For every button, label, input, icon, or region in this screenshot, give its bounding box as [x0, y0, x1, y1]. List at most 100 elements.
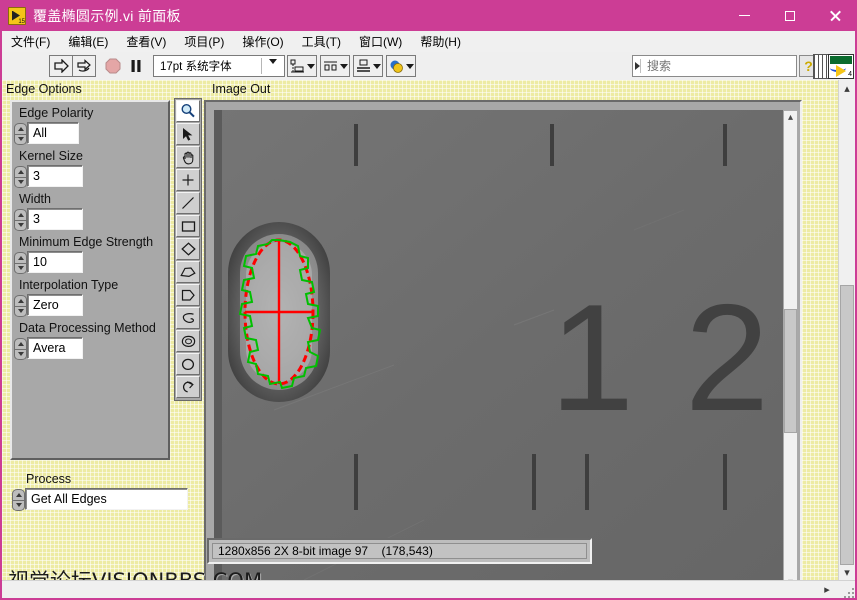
scroll-up-arrow[interactable]: ▴	[839, 80, 855, 96]
width-stepper[interactable]	[14, 209, 27, 231]
increment-up-button[interactable]	[14, 295, 27, 307]
increment-down-button[interactable]	[14, 220, 27, 231]
crosshair-point-icon	[182, 174, 194, 186]
window-titlebar[interactable]: 覆盖椭圆示例.vi 前面板	[0, 0, 857, 31]
increment-up-button[interactable]	[14, 209, 27, 221]
broken-line-tool[interactable]	[176, 284, 200, 306]
menu-item-view[interactable]: 查看(V)	[117, 31, 175, 53]
interpolation-type-value[interactable]: Zero	[27, 294, 83, 316]
edge-polarity-value[interactable]: All	[27, 122, 79, 144]
vi-icon-banner	[830, 56, 852, 64]
rectangle-icon	[181, 220, 195, 232]
menu-item-operate[interactable]: 操作(O)	[233, 31, 292, 53]
selection-arrow-tool[interactable]	[176, 123, 200, 145]
search-box[interactable]	[632, 55, 815, 77]
triangle-icon	[836, 65, 846, 77]
vi-icon-pane[interactable]: 4	[828, 54, 854, 79]
increment-down-button[interactable]	[14, 263, 27, 274]
menu-item-window[interactable]: 窗口(W)	[350, 31, 411, 53]
scroll-thumb[interactable]	[840, 285, 854, 565]
point-tool[interactable]	[176, 169, 200, 191]
data-processing-method-stepper[interactable]	[14, 338, 27, 360]
broken-line-icon	[181, 289, 195, 301]
chevron-down-icon	[372, 63, 381, 69]
increment-down-button[interactable]	[14, 306, 27, 317]
increment-down-button[interactable]	[14, 177, 27, 188]
kernel-size-value[interactable]: 3	[27, 165, 83, 187]
increment-down-button[interactable]	[12, 500, 25, 511]
interpolation-type-stepper[interactable]	[14, 295, 27, 317]
reorder-icon	[390, 60, 403, 73]
minimum-edge-strength-stepper[interactable]	[14, 252, 27, 274]
annulus-icon	[181, 335, 195, 347]
menu-item-tools[interactable]: 工具(T)	[293, 31, 350, 53]
increment-up-button[interactable]	[14, 252, 27, 264]
kernel-size-control[interactable]: 3	[14, 165, 168, 188]
width-control[interactable]: 3	[14, 208, 168, 231]
front-panel-canvas[interactable]: Edge Options Edge Polarity All Kernel Si…	[0, 80, 857, 600]
image-display-frame[interactable]: 1 2 ▴	[204, 100, 802, 598]
window-horizontal-scrollbar[interactable]: ▸	[2, 580, 855, 598]
run-button[interactable]	[49, 55, 73, 77]
reorder-button[interactable]	[386, 55, 416, 77]
window-buttons	[722, 0, 857, 31]
scroll-thumb[interactable]	[784, 309, 797, 433]
pan-hand-tool[interactable]	[176, 146, 200, 168]
rotate-tool[interactable]	[176, 376, 200, 398]
process-stepper[interactable]	[12, 489, 25, 511]
minimize-icon	[739, 15, 750, 16]
image-vertical-scrollbar[interactable]: ▴ ▾	[783, 110, 798, 590]
increment-down-button[interactable]	[14, 349, 27, 360]
annulus-tool[interactable]	[176, 330, 200, 352]
polygon-tool[interactable]	[176, 261, 200, 283]
distribute-objects-button[interactable]	[320, 55, 350, 77]
freehand-region-tool[interactable]	[176, 307, 200, 329]
rotated-rectangle-tool[interactable]	[176, 238, 200, 260]
minimum-edge-strength-value[interactable]: 10	[27, 251, 83, 273]
zoom-tool[interactable]	[176, 100, 200, 122]
font-selector[interactable]: 17pt 系统字体	[153, 55, 285, 77]
scroll-up-arrow[interactable]: ▴	[784, 111, 797, 124]
data-processing-method-value[interactable]: Avera	[27, 337, 83, 359]
menu-item-help[interactable]: 帮助(H)	[411, 31, 470, 53]
minimize-button[interactable]	[722, 0, 767, 31]
search-input[interactable]	[641, 59, 802, 73]
image-display-canvas[interactable]: 1 2	[214, 110, 787, 590]
window-resize-grip[interactable]	[842, 586, 854, 598]
edge-polarity-stepper[interactable]	[14, 123, 27, 145]
resize-objects-button[interactable]	[353, 55, 383, 77]
window-vertical-scrollbar[interactable]: ▴ ▾	[838, 80, 855, 580]
zoom-icon	[181, 103, 195, 118]
pause-button[interactable]	[124, 55, 148, 77]
edge-polarity-control[interactable]: All	[14, 122, 168, 145]
toolbar: 17pt 系统字体 搜索 ? 4	[0, 52, 857, 80]
increment-up-button[interactable]	[14, 123, 27, 135]
kernel-size-label: Kernel Size	[19, 149, 83, 163]
process-control[interactable]: Get All Edges	[12, 488, 192, 511]
oval-tool[interactable]	[176, 353, 200, 375]
scroll-down-arrow[interactable]: ▾	[839, 564, 855, 580]
maximize-button[interactable]	[767, 0, 812, 31]
process-value[interactable]: Get All Edges	[25, 488, 188, 510]
menu-item-project[interactable]: 项目(P)	[175, 31, 233, 53]
minimum-edge-strength-control[interactable]: 10	[14, 251, 168, 274]
kernel-size-stepper[interactable]	[14, 166, 27, 188]
increment-up-button[interactable]	[12, 489, 25, 501]
labview-vi-icon	[8, 6, 26, 25]
increment-up-button[interactable]	[14, 338, 27, 350]
align-objects-button[interactable]	[287, 55, 317, 77]
scroll-right-arrow[interactable]: ▸	[819, 581, 835, 598]
width-value[interactable]: 3	[27, 208, 83, 230]
menu-item-file[interactable]: 文件(F)	[2, 31, 59, 53]
increment-down-button[interactable]	[14, 134, 27, 145]
menu-item-edit[interactable]: 编辑(E)	[59, 31, 117, 53]
rectangle-tool[interactable]	[176, 215, 200, 237]
increment-up-button[interactable]	[14, 166, 27, 178]
run-continuously-button[interactable]	[72, 55, 96, 77]
data-processing-method-control[interactable]: Avera	[14, 337, 168, 360]
close-button[interactable]	[812, 0, 857, 31]
vision-image: 1 2	[214, 110, 787, 590]
abort-execution-button[interactable]	[101, 55, 125, 77]
interpolation-type-control[interactable]: Zero	[14, 294, 168, 317]
line-tool[interactable]	[176, 192, 200, 214]
